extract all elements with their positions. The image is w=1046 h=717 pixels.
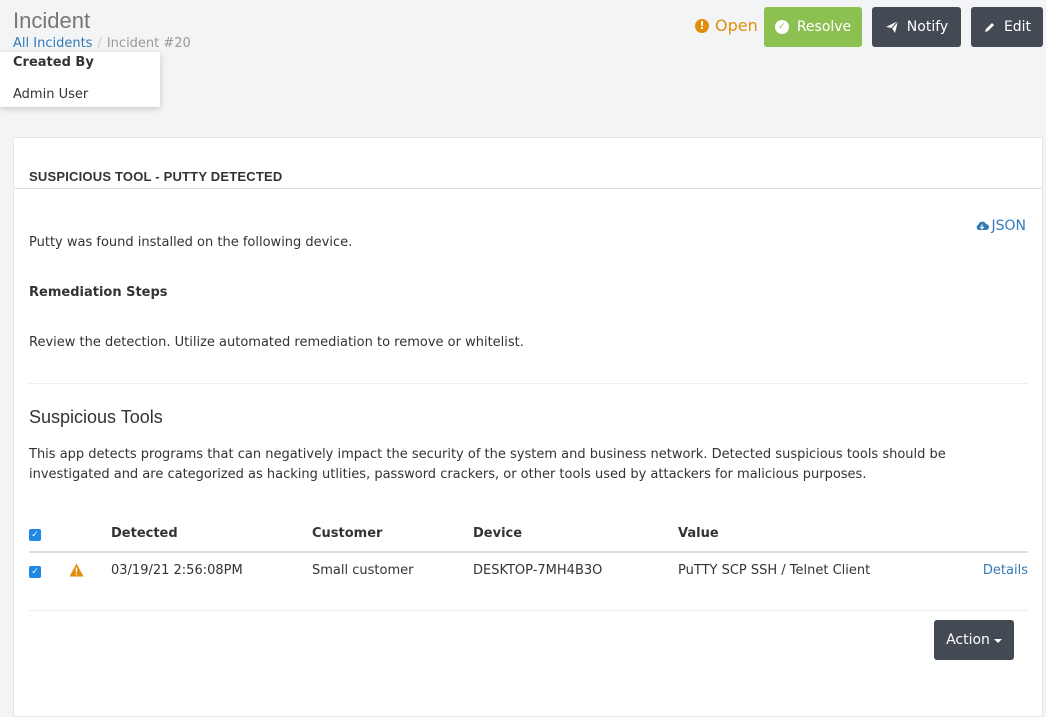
- incident-description: Putty was found installed on the followi…: [29, 235, 353, 250]
- column-device[interactable]: Device: [473, 526, 522, 541]
- resolve-button[interactable]: ✓ Resolve: [764, 7, 862, 47]
- column-detected[interactable]: Detected: [111, 526, 178, 541]
- column-value[interactable]: Value: [678, 526, 719, 541]
- breadcrumb-separator: /: [97, 36, 102, 51]
- warning-triangle-icon: [69, 563, 84, 577]
- json-link-label: JSON: [991, 218, 1026, 234]
- divider: [29, 610, 1028, 611]
- remediation-title: Remediation Steps: [29, 285, 168, 300]
- section-description: This app detects programs that can negat…: [29, 447, 946, 482]
- panel-title: SUSPICIOUS TOOL - PUTTY DETECTED: [14, 138, 1042, 189]
- breadcrumb: All Incidents / Incident #20: [13, 36, 191, 51]
- status-label: Open: [715, 16, 758, 35]
- details-link[interactable]: Details: [983, 563, 1028, 578]
- created-by-label: Created By: [13, 55, 94, 70]
- action-label: Action: [946, 632, 990, 648]
- paper-plane-icon: [885, 20, 899, 34]
- json-download-link[interactable]: JSON: [975, 218, 1026, 234]
- cell-customer: Small customer: [312, 563, 414, 578]
- caret-down-icon: [993, 639, 1002, 643]
- notify-label: Notify: [906, 19, 949, 35]
- notify-button[interactable]: Notify: [872, 7, 961, 47]
- status-badge: ! Open: [695, 16, 758, 35]
- row-checkbox[interactable]: ✓: [29, 566, 41, 578]
- check-circle-icon: ✓: [774, 20, 789, 34]
- divider: [29, 383, 1028, 384]
- cloud-download-icon: [975, 220, 990, 232]
- edit-button[interactable]: Edit: [971, 7, 1043, 47]
- edit-label: Edit: [1003, 19, 1032, 35]
- resolve-label: Resolve: [796, 19, 852, 35]
- breadcrumb-current: Incident #20: [106, 36, 191, 51]
- table-row: ✓ 03/19/21 2:56:08PM Small customer DESK…: [29, 554, 1028, 593]
- column-customer[interactable]: Customer: [312, 526, 382, 541]
- breadcrumb-all-incidents[interactable]: All Incidents: [13, 36, 92, 51]
- page-title: Incident: [13, 8, 91, 33]
- section-title: Suspicious Tools: [29, 407, 163, 427]
- exclamation-circle-icon: !: [695, 18, 709, 33]
- select-all-checkbox[interactable]: ✓: [29, 529, 41, 541]
- created-by-value: Admin User: [13, 87, 89, 102]
- action-dropdown-button[interactable]: Action: [934, 620, 1014, 660]
- table-header: ✓ Detected Customer Device Value: [29, 523, 1028, 553]
- created-by-card: Created By Admin User: [0, 52, 160, 107]
- pencil-icon: [983, 21, 996, 34]
- cell-value: PuTTY SCP SSH / Telnet Client: [678, 563, 871, 578]
- incident-panel: SUSPICIOUS TOOL - PUTTY DETECTED JSON Pu…: [13, 137, 1043, 717]
- remediation-text: Review the detection. Utilize automated …: [29, 335, 524, 350]
- cell-detected: 03/19/21 2:56:08PM: [111, 563, 243, 578]
- cell-device: DESKTOP-7MH4B3O: [473, 563, 603, 578]
